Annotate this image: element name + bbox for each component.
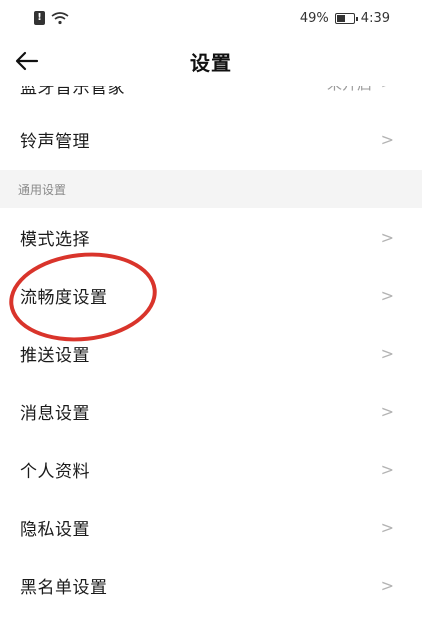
status-left: !: [34, 11, 69, 25]
list-item-push[interactable]: 推送设置 >: [0, 324, 422, 382]
list-item-label: 推送设置: [20, 345, 90, 366]
list-item-profile[interactable]: 个人资料 >: [0, 440, 422, 498]
wifi-icon: [51, 12, 69, 25]
list-item-ringtone[interactable]: 铃声管理 >: [0, 108, 422, 170]
list-item-privacy[interactable]: 隐私设置 >: [0, 498, 422, 556]
battery-percent: 49%: [299, 10, 329, 26]
chevron-right-icon: >: [380, 401, 394, 421]
arrow-left-icon: [15, 51, 39, 71]
chevron-right-icon: >: [380, 227, 394, 247]
chevron-right-icon: >: [381, 86, 394, 92]
list-item-label: 模式选择: [20, 229, 90, 250]
chevron-right-icon: >: [380, 459, 394, 479]
chevron-right-icon: >: [380, 343, 394, 363]
settings-list: 蓝牙音乐管家 未开启 > 铃声管理 > 通用设置 模式选择 > 流畅度设置 > …: [0, 86, 422, 614]
notification-icon: !: [34, 11, 45, 25]
list-item-label: 铃声管理: [20, 131, 90, 152]
clock: 4:39: [360, 10, 390, 26]
settings-screen: ! 49% 4:39 蓝牙音乐管家 未开启 > 铃声管理 > 通用设置: [0, 0, 422, 619]
section-header-general: 通用设置: [0, 170, 422, 208]
list-item-value: 未开启: [327, 86, 372, 94]
list-item-mode[interactable]: 模式选择 >: [0, 208, 422, 266]
list-item-bluetooth-music[interactable]: 蓝牙音乐管家 未开启 >: [0, 86, 422, 108]
status-bar: ! 49% 4:39: [0, 0, 422, 36]
back-button[interactable]: [10, 44, 44, 78]
list-item-label: 消息设置: [20, 403, 90, 424]
list-item-label: 蓝牙音乐管家: [20, 86, 125, 98]
list-item-label: 黑名单设置: [20, 577, 108, 598]
chevron-right-icon: >: [380, 285, 394, 305]
list-item-message[interactable]: 消息设置 >: [0, 382, 422, 440]
chevron-right-icon: >: [380, 575, 394, 595]
list-item-label: 隐私设置: [20, 519, 90, 540]
list-item-label: 个人资料: [20, 461, 90, 482]
list-item-blacklist[interactable]: 黑名单设置 >: [0, 556, 422, 614]
status-right: 49% 4:39: [300, 11, 390, 26]
list-item-smoothness[interactable]: 流畅度设置 >: [0, 266, 422, 324]
list-item-label: 流畅度设置: [20, 287, 108, 308]
page-title: 设置: [190, 50, 232, 75]
chevron-right-icon: >: [380, 517, 394, 537]
chevron-right-icon: >: [380, 129, 394, 149]
section-header-label: 通用设置: [18, 182, 67, 197]
battery-icon: [334, 12, 358, 24]
title-bar: 设置: [0, 36, 422, 86]
